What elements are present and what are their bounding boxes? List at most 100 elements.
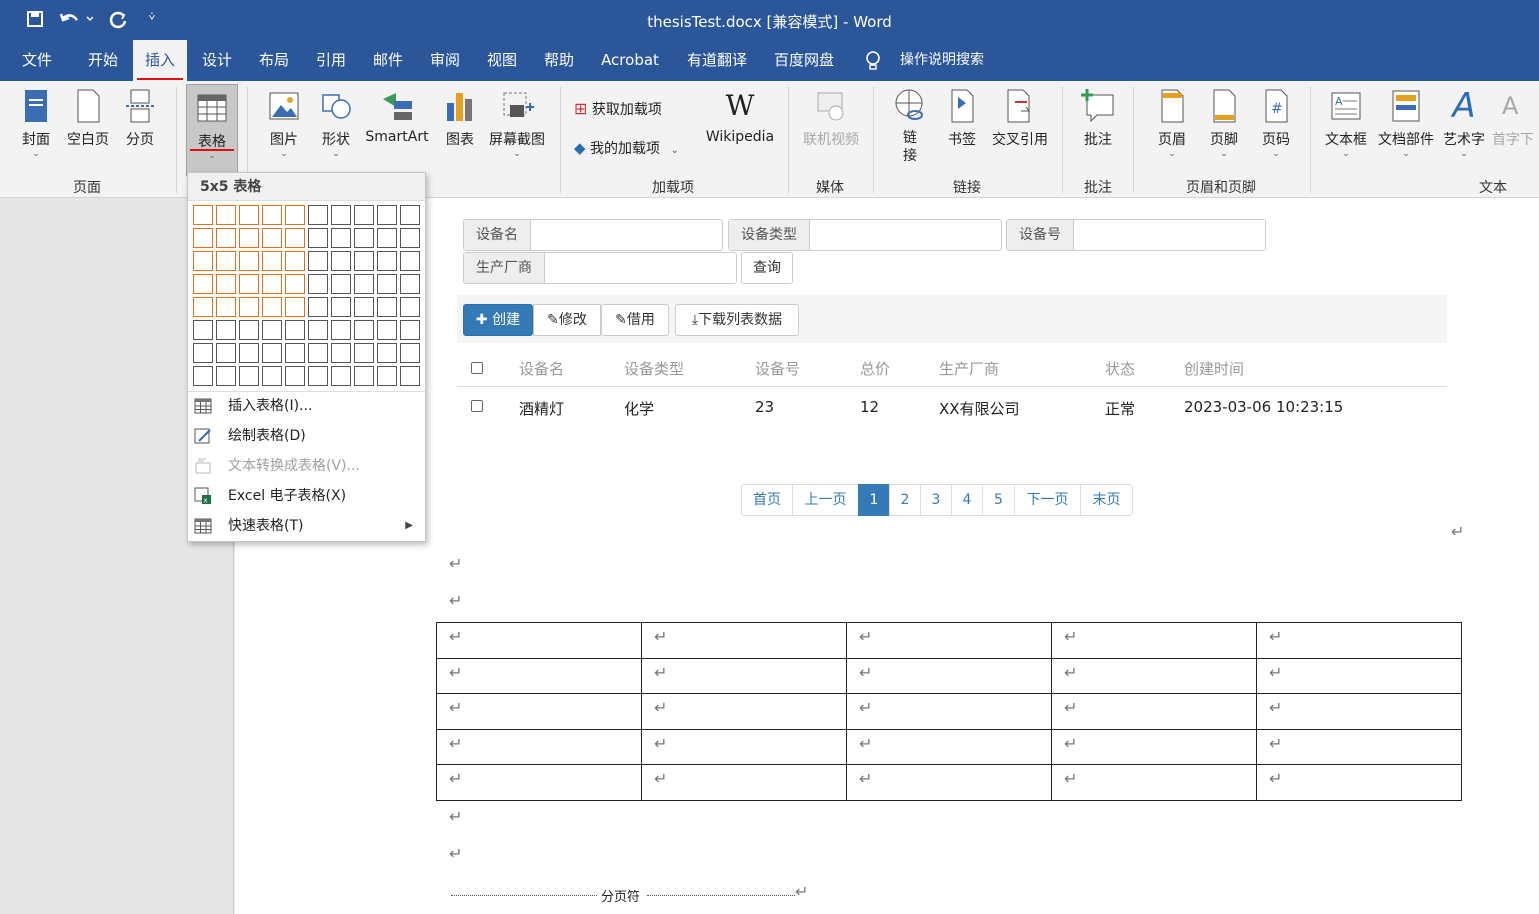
table-grid-cell[interactable] xyxy=(377,366,397,386)
document-page[interactable]: 设备名 设备类型 设备号 生产厂商 查询 ✚ 创建 ✎修改 ✎借用 ⤓下载列表数… xyxy=(235,198,1539,914)
select-all-checkbox[interactable] xyxy=(471,362,483,374)
word-table-cell[interactable]: ↵ xyxy=(1051,657,1257,694)
table-grid-cell[interactable] xyxy=(193,251,213,271)
table-grid-cell[interactable] xyxy=(400,228,420,248)
table-grid-cell[interactable] xyxy=(400,205,420,225)
page-break-button[interactable]: 分页 xyxy=(120,87,160,149)
footer-button[interactable]: 页脚 ⌄ xyxy=(1204,87,1244,159)
word-table-cell[interactable]: ↵ xyxy=(1051,622,1257,659)
online-video-button[interactable]: 联机视频 xyxy=(798,87,864,149)
table-grid-cell[interactable] xyxy=(285,274,305,294)
table-grid-cell[interactable] xyxy=(262,320,282,340)
tell-me-search[interactable]: 操作说明搜索 xyxy=(892,40,992,81)
table-grid-cell[interactable] xyxy=(331,366,351,386)
inserted-word-table[interactable]: ↵ ↵ ↵ ↵ ↵ ↵ ↵ ↵ ↵ ↵ ↵ ↵ ↵ ↵ ↵ ↵ ↵ ↵ ↵ ↵ ↵ ↵ ↵ ↵ ↵ xyxy=(436,622,1462,801)
table-grid-cell[interactable] xyxy=(377,297,397,317)
tab-file[interactable]: 文件 xyxy=(14,40,60,81)
drop-cap-button[interactable]: A 首字下 xyxy=(1492,87,1539,149)
table-grid-cell[interactable] xyxy=(308,366,328,386)
table-grid-cell[interactable] xyxy=(193,320,213,340)
my-addins-button[interactable]: ◆ 我的加载项 ⌄ xyxy=(574,138,698,158)
cross-reference-button[interactable]: 交叉引用 xyxy=(988,87,1052,149)
table-grid-cell[interactable] xyxy=(216,320,236,340)
text-box-button[interactable]: A 文本框 ⌄ xyxy=(1322,87,1370,159)
quick-tables-menu-item[interactable]: 快速表格(T) ▶ xyxy=(188,511,425,541)
device-number-field[interactable]: 设备号 xyxy=(1006,219,1266,251)
table-grid-cell[interactable] xyxy=(216,251,236,271)
table-grid-cell[interactable] xyxy=(331,274,351,294)
chart-button[interactable]: 图表 xyxy=(440,87,480,149)
convert-text-to-table-menu-item[interactable]: 文本转换成表格(V)... xyxy=(188,451,425,481)
table-grid-cell[interactable] xyxy=(354,228,374,248)
table-grid-cell[interactable] xyxy=(377,274,397,294)
table-grid-cell[interactable] xyxy=(377,320,397,340)
table-grid-cell[interactable] xyxy=(216,205,236,225)
table-grid-cell[interactable] xyxy=(262,274,282,294)
table-grid-cell[interactable] xyxy=(216,343,236,363)
table-grid-cell[interactable] xyxy=(400,274,420,294)
table-grid-cell[interactable] xyxy=(354,366,374,386)
table-grid-cell[interactable] xyxy=(262,205,282,225)
page-last[interactable]: 末页 xyxy=(1080,484,1133,516)
table-grid-cell[interactable] xyxy=(400,343,420,363)
word-table-cell[interactable]: ↵ xyxy=(1256,693,1462,730)
new-comment-button[interactable]: 批注 xyxy=(1076,87,1120,149)
page-prev[interactable]: 上一页 xyxy=(792,484,859,516)
table-grid-cell[interactable] xyxy=(216,274,236,294)
table-grid-cell[interactable] xyxy=(262,297,282,317)
word-table-cell[interactable]: ↵ xyxy=(1256,657,1462,694)
table-grid-cell[interactable] xyxy=(308,205,328,225)
tab-baidu[interactable]: 百度网盘 xyxy=(766,40,842,81)
table-grid-cell[interactable] xyxy=(308,251,328,271)
table-grid-cell[interactable] xyxy=(239,297,259,317)
pictures-button[interactable]: 图片 ⌄ xyxy=(264,87,304,159)
tab-review[interactable]: 审阅 xyxy=(420,40,470,81)
table-grid-cell[interactable] xyxy=(193,366,213,386)
bookmark-button[interactable]: 书签 xyxy=(942,87,982,149)
page-first[interactable]: 首页 xyxy=(741,484,793,516)
word-table-cell[interactable]: ↵ xyxy=(436,728,642,765)
link-button[interactable]: 链接 xyxy=(888,87,932,165)
table-grid-cell[interactable] xyxy=(216,366,236,386)
table-grid-cell[interactable] xyxy=(308,297,328,317)
table-grid-cell[interactable] xyxy=(354,274,374,294)
edit-button[interactable]: ✎修改 xyxy=(533,304,601,336)
table-grid-cell[interactable] xyxy=(308,274,328,294)
word-table-cell[interactable]: ↵ xyxy=(1256,764,1462,801)
manufacturer-field[interactable]: 生产厂商 xyxy=(463,252,737,284)
device-type-field[interactable]: 设备类型 xyxy=(728,219,1002,251)
tab-home[interactable]: 开始 xyxy=(78,40,128,81)
word-table-cell[interactable]: ↵ xyxy=(436,693,642,730)
table-grid-cell[interactable] xyxy=(262,366,282,386)
tab-view[interactable]: 视图 xyxy=(477,40,527,81)
cover-page-button[interactable]: 封面 ⌄ xyxy=(16,87,56,159)
table-grid-cell[interactable] xyxy=(400,320,420,340)
page-next[interactable]: 下一页 xyxy=(1014,484,1081,516)
page-3[interactable]: 3 xyxy=(920,484,952,516)
tab-layout[interactable]: 布局 xyxy=(249,40,299,81)
table-grid-cell[interactable] xyxy=(331,228,351,248)
wordart-button[interactable]: A 艺术字 ⌄ xyxy=(1440,87,1488,159)
table-grid-cell[interactable] xyxy=(354,251,374,271)
tab-insert[interactable]: 插入 xyxy=(133,40,187,81)
table-grid-cell[interactable] xyxy=(400,297,420,317)
row-checkbox[interactable] xyxy=(471,400,483,412)
table-grid-cell[interactable] xyxy=(354,343,374,363)
table-grid-cell[interactable] xyxy=(262,251,282,271)
table-grid-cell[interactable] xyxy=(193,205,213,225)
table-grid-cell[interactable] xyxy=(331,205,351,225)
table-grid-cell[interactable] xyxy=(308,320,328,340)
blank-page-button[interactable]: 空白页 xyxy=(62,87,114,149)
table-grid-cell[interactable] xyxy=(285,343,305,363)
table-grid-cell[interactable] xyxy=(285,251,305,271)
table-grid-cell[interactable] xyxy=(354,297,374,317)
word-table-cell[interactable]: ↵ xyxy=(1051,693,1257,730)
table-grid-cell[interactable] xyxy=(285,297,305,317)
table-grid-cell[interactable] xyxy=(239,366,259,386)
table-grid-cell[interactable] xyxy=(285,205,305,225)
table-grid-cell[interactable] xyxy=(216,228,236,248)
word-table-cell[interactable]: ↵ xyxy=(846,622,1052,659)
table-grid-cell[interactable] xyxy=(193,297,213,317)
table-grid-cell[interactable] xyxy=(193,343,213,363)
table-grid-cell[interactable] xyxy=(308,343,328,363)
